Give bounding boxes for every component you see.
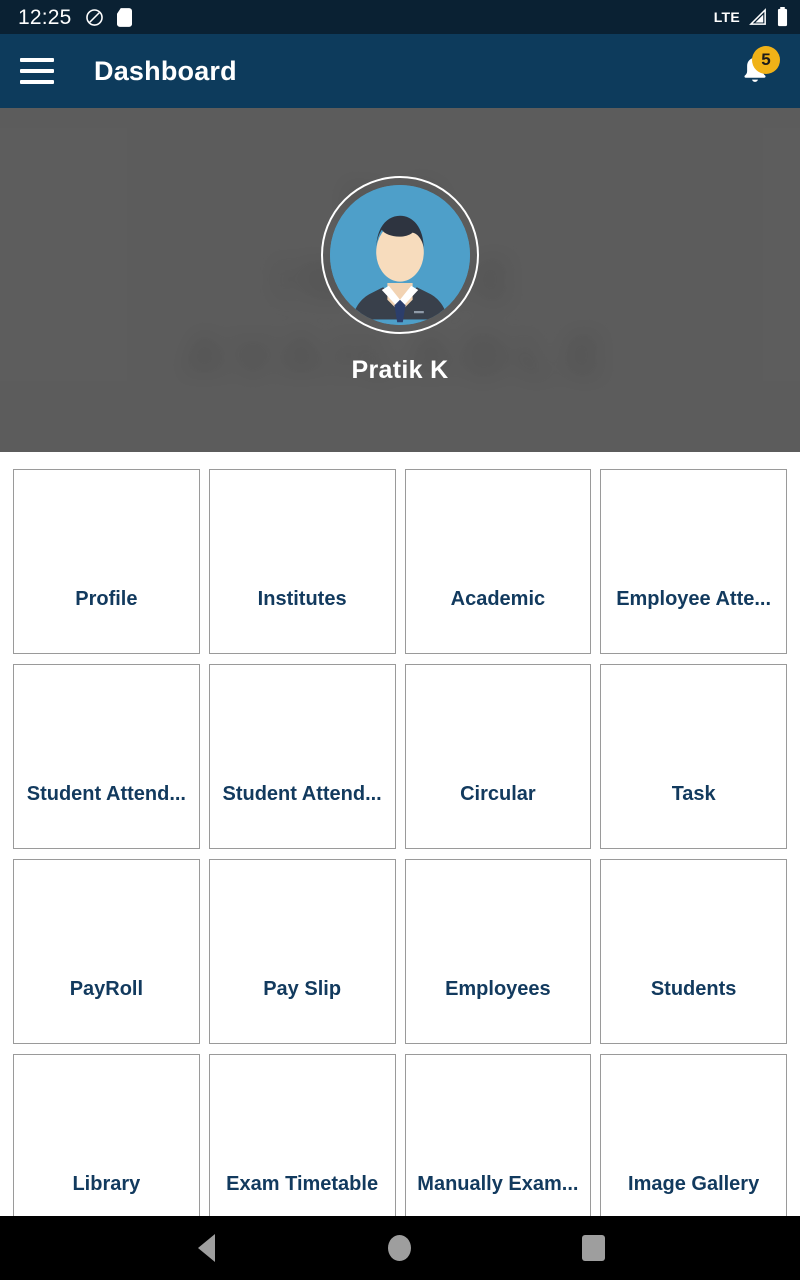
home-icon[interactable]	[378, 1226, 422, 1270]
tile-label: Institutes	[257, 589, 347, 609]
tile-label: Image Gallery	[628, 1174, 760, 1194]
tile-payroll[interactable]: PayRoll	[13, 859, 200, 1044]
notification-badge: 5	[752, 46, 780, 74]
tile-manually-exam[interactable]: Manually Exam...	[404, 1054, 592, 1216]
tile-image-gallery[interactable]: Image Gallery	[600, 1054, 787, 1216]
tile-institutes[interactable]: Institutes	[208, 469, 396, 654]
status-bar-left: 12:25	[18, 7, 132, 28]
home-circle	[388, 1235, 412, 1261]
sd-card-icon	[116, 7, 132, 27]
tile-label: Circular	[460, 784, 536, 804]
avatar[interactable]	[321, 175, 479, 334]
profile-header: NO IMAGE AVAILABLE	[0, 108, 800, 452]
tile-employees[interactable]: Employees	[404, 859, 592, 1044]
signal-icon	[749, 7, 768, 27]
profile-name: Pratik K	[351, 355, 449, 384]
tile-label: Exam Timetable	[226, 1174, 379, 1194]
tile-student-attendance-1[interactable]: Student Attend...	[13, 664, 200, 849]
back-icon[interactable]	[185, 1226, 229, 1270]
app-screen: 12:25 LTE Dashboard 5 AVAILABLE Pratik K…	[0, 0, 800, 1280]
tile-employee-attendance[interactable]: Employee Atte...	[600, 469, 787, 654]
hamburger-bar	[20, 80, 54, 84]
tile-library[interactable]: Library	[13, 1054, 200, 1216]
tile-label: Task	[671, 784, 716, 804]
tile-label: PayRoll	[69, 979, 144, 999]
recents-icon[interactable]	[571, 1226, 615, 1270]
tile-label: Employees	[445, 979, 551, 999]
tile-exam-timetable[interactable]: Exam Timetable	[208, 1054, 396, 1216]
tile-pay-slip[interactable]: Pay Slip	[208, 859, 396, 1044]
app-bar: Dashboard 5	[0, 34, 800, 108]
hamburger-menu-icon[interactable]	[20, 58, 54, 84]
tile-task[interactable]: Task	[600, 664, 787, 849]
tile-circular[interactable]: Circular	[404, 664, 592, 849]
status-bar-clock: 12:25	[18, 5, 72, 29]
tile-label: Pay Slip	[263, 979, 342, 999]
recents-square	[581, 1235, 605, 1261]
status-bar: 12:25 LTE	[0, 0, 800, 34]
dashboard-grid-area: Profile Institutes Academic Employee Att…	[0, 452, 800, 1216]
tile-profile[interactable]: Profile	[13, 469, 200, 654]
back-triangle	[198, 1234, 216, 1262]
tile-label: Manually Exam...	[417, 1174, 579, 1194]
hamburger-bar	[20, 69, 54, 73]
hamburger-bar	[20, 58, 54, 62]
tile-label: Employee Atte...	[616, 589, 772, 609]
battery-icon	[777, 7, 788, 27]
tile-label: Profile	[75, 589, 138, 609]
network-type-label: LTE	[713, 9, 740, 25]
tile-academic[interactable]: Academic	[404, 469, 592, 654]
status-bar-right: LTE	[714, 7, 788, 27]
dnd-icon	[85, 8, 104, 27]
tile-label: Students	[650, 979, 737, 999]
android-navigation-bar	[0, 1216, 800, 1280]
dashboard-grid: Profile Institutes Academic Employee Att…	[13, 469, 787, 1216]
tile-label: Library	[72, 1174, 141, 1194]
user-avatar-icon	[330, 184, 470, 325]
tile-label: Student Attend...	[26, 784, 186, 804]
notifications-button[interactable]: 5	[732, 46, 780, 94]
page-title: Dashboard	[94, 55, 237, 86]
tile-label: Student Attend...	[222, 784, 382, 804]
tile-students[interactable]: Students	[600, 859, 787, 1044]
profile-content: Pratik K	[321, 175, 479, 385]
tile-student-attendance-2[interactable]: Student Attend...	[208, 664, 396, 849]
tile-label: Academic	[450, 589, 546, 609]
